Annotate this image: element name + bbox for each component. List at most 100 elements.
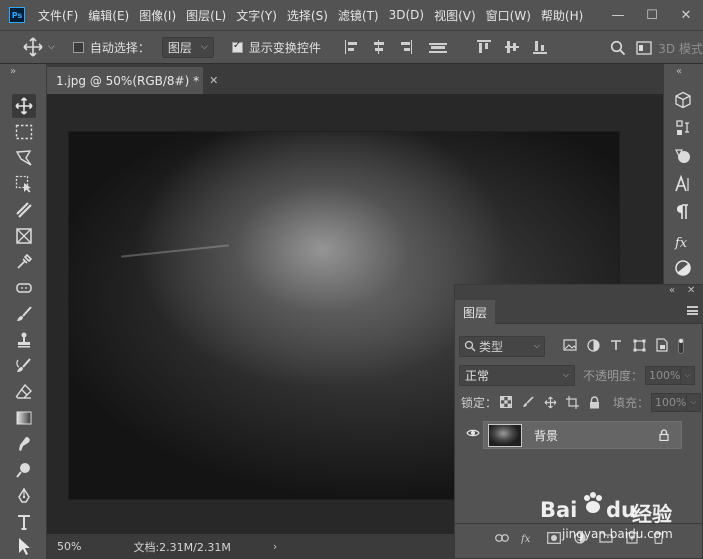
- status-bar: 50% 文档:2.31M/2.31M ›: [47, 534, 455, 559]
- healing-brush-tool-icon[interactable]: [12, 276, 36, 300]
- chevron-down-icon[interactable]: ⌵: [48, 42, 55, 52]
- menu-window[interactable]: 窗口(W): [486, 7, 531, 24]
- menu-3d[interactable]: 3D(D): [389, 8, 424, 22]
- 3d-icon[interactable]: [671, 88, 695, 112]
- menu-layer[interactable]: 图层(L): [186, 7, 226, 24]
- menu-select[interactable]: 选择(S): [287, 7, 328, 24]
- mask-icon[interactable]: [547, 531, 561, 545]
- minimize-button[interactable]: —: [601, 8, 635, 23]
- chevron-right-icon[interactable]: ›: [273, 540, 277, 553]
- lock-artboard-icon[interactable]: [565, 395, 579, 409]
- new-layer-icon[interactable]: [625, 531, 639, 545]
- crop-tool-icon[interactable]: [12, 198, 36, 222]
- paragraph-icon[interactable]: [671, 200, 695, 224]
- dodge-tool-icon[interactable]: [12, 458, 36, 482]
- path-selection-tool-icon[interactable]: [12, 534, 36, 558]
- delete-icon[interactable]: [651, 531, 665, 545]
- fill-input[interactable]: 100%: [651, 392, 688, 412]
- maximize-button[interactable]: ☐: [635, 8, 669, 23]
- clone-stamp-tool-icon[interactable]: [12, 328, 36, 352]
- chevron-down-icon[interactable]: ⌵: [687, 392, 702, 412]
- align-top-icon[interactable]: [476, 40, 491, 54]
- auto-select-target-dropdown[interactable]: 图层 ⌵: [161, 36, 214, 58]
- menu-file[interactable]: 文件(F): [38, 7, 78, 24]
- adjust-icon[interactable]: [671, 116, 695, 140]
- lock-position-icon[interactable]: [543, 395, 557, 409]
- document-tab[interactable]: 1.jpg @ 50%(RGB/8#) * ✕: [47, 67, 218, 94]
- eye-icon[interactable]: [466, 428, 480, 442]
- menu-filter[interactable]: 滤镜(T): [338, 7, 379, 24]
- smudge-tool-icon[interactable]: [12, 432, 36, 456]
- align-horizontal-center-icon[interactable]: [373, 40, 385, 54]
- lock-pixels-icon[interactable]: [521, 395, 535, 409]
- history-brush-tool-icon[interactable]: [12, 354, 36, 378]
- pen-tool-icon[interactable]: [12, 484, 36, 508]
- opacity-input[interactable]: 100%: [645, 365, 682, 385]
- object-select-tool-icon[interactable]: [12, 172, 36, 196]
- move-tool-preset-icon[interactable]: [22, 36, 44, 58]
- toolbar-collapse-icon[interactable]: »: [10, 66, 16, 77]
- chevron-down-icon[interactable]: ⌵: [681, 365, 696, 385]
- adjustment-filter-icon[interactable]: [586, 338, 600, 352]
- group-icon[interactable]: [599, 531, 613, 545]
- filter-toggle[interactable]: [678, 338, 684, 354]
- opacity-label: 不透明度：: [583, 368, 644, 383]
- panel-menu-icon[interactable]: [687, 306, 698, 315]
- marquee-tool-icon[interactable]: [12, 120, 36, 144]
- adjustment-icon[interactable]: [573, 531, 587, 545]
- shape-filter-icon[interactable]: [632, 338, 646, 352]
- align-bottom-icon[interactable]: [532, 40, 547, 54]
- auto-select-checkbox[interactable]: [72, 41, 84, 53]
- chevron-down-icon: ⌵: [562, 370, 569, 379]
- character-icon[interactable]: [671, 172, 695, 196]
- brush-tool-icon[interactable]: [12, 302, 36, 326]
- menu-help[interactable]: 帮助(H): [541, 7, 583, 24]
- distribute-horizontal-icon[interactable]: [428, 40, 447, 54]
- fx-icon[interactable]: fx: [521, 531, 535, 545]
- smart-object-filter-icon[interactable]: [655, 338, 669, 352]
- gradient-tool-icon[interactable]: [12, 406, 36, 430]
- shape-icon[interactable]: [671, 144, 695, 168]
- panel-strip-collapse-icon[interactable]: «: [676, 66, 682, 77]
- workspace-icon[interactable]: [636, 41, 652, 55]
- tab-layers[interactable]: 图层: [455, 300, 495, 324]
- layer-filter-dropdown[interactable]: 类型 ⌵: [459, 335, 545, 357]
- lock-label: 锁定：: [461, 395, 498, 410]
- close-icon[interactable]: ✕: [209, 74, 218, 87]
- link-icon[interactable]: [495, 531, 509, 545]
- panel-collapse-icon[interactable]: «: [669, 285, 675, 296]
- align-buttons: [344, 40, 561, 54]
- show-transform-checkbox[interactable]: [231, 40, 243, 53]
- frame-tool-icon[interactable]: [12, 224, 36, 248]
- svg-text:fx: fx: [674, 236, 688, 250]
- layer-name[interactable]: 背景: [534, 427, 558, 444]
- lock-all-icon[interactable]: [587, 395, 601, 409]
- 3d-mode-label: 3D 模式: [658, 41, 703, 56]
- close-button[interactable]: ✕: [669, 8, 703, 23]
- align-right-icon[interactable]: [400, 40, 413, 54]
- blend-mode-dropdown[interactable]: 正常 ⌵: [459, 364, 575, 386]
- contrast-icon[interactable]: [671, 256, 695, 280]
- menu-image[interactable]: 图像(I): [139, 7, 176, 24]
- lock-icon[interactable]: [659, 429, 669, 444]
- lasso-tool-icon[interactable]: [12, 146, 36, 170]
- type-filter-icon[interactable]: [609, 338, 623, 352]
- layer-row[interactable]: 背景: [466, 421, 682, 449]
- menu-view[interactable]: 视图(V): [434, 7, 476, 24]
- align-vertical-center-icon[interactable]: [504, 40, 519, 54]
- eyedropper-tool-icon[interactable]: [12, 250, 36, 274]
- menu-type[interactable]: 文字(Y): [236, 7, 277, 24]
- layers-panel-footer: fx: [455, 523, 703, 551]
- type-tool-icon[interactable]: [12, 510, 36, 534]
- zoom-level[interactable]: 50%: [57, 540, 81, 553]
- image-filter-icon[interactable]: [563, 338, 577, 352]
- align-left-icon[interactable]: [344, 40, 357, 54]
- eraser-tool-icon[interactable]: [12, 380, 36, 404]
- menu-edit[interactable]: 编辑(E): [88, 7, 129, 24]
- lock-transparent-icon[interactable]: [499, 395, 513, 409]
- search-icon[interactable]: [610, 40, 626, 56]
- close-icon[interactable]: ✕: [687, 285, 695, 296]
- options-right-group: 3D 模式: [610, 31, 703, 65]
- move-tool-icon[interactable]: [12, 94, 36, 118]
- fx-icon[interactable]: fx: [671, 230, 695, 254]
